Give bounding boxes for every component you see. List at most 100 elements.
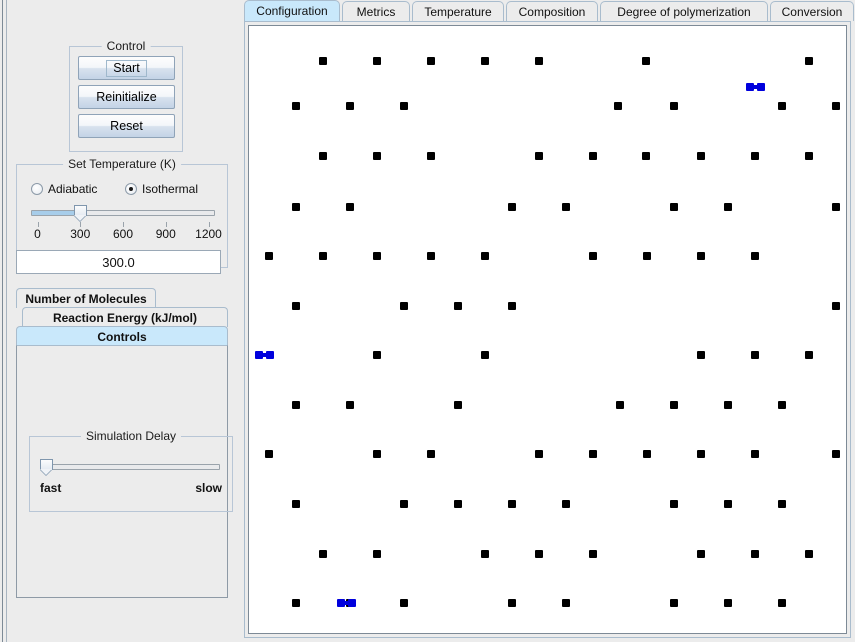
simulation-delay-title: Simulation Delay [80,429,182,443]
simulation-delay-labels: fast slow [40,481,222,495]
tab-controls-label: Controls [97,329,147,344]
main-tab-strip: Configuration Metrics Temperature Compositi… [244,0,855,21]
tab-configuration[interactable]: Configuration [244,0,340,21]
reset-button-label: Reset [110,119,143,133]
monomer-particle [400,302,408,310]
tab-composition-label: Composition [518,4,586,19]
monomer-particle [454,500,462,508]
monomer-particle [697,550,705,558]
monomer-particle [832,102,840,110]
monomer-particle [400,500,408,508]
dimer-lobe-right [757,83,765,91]
monomer-particle [805,57,813,65]
tab-composition[interactable]: Composition [506,1,598,21]
monomer-particle [427,252,435,260]
radio-isothermal-mark [125,183,137,195]
monomer-particle [346,102,354,110]
dimer-molecule [746,83,765,91]
monomer-particle [805,550,813,558]
tab-degree-of-polymerization[interactable]: Degree of polymerization [600,1,768,21]
monomer-particle [642,152,650,160]
temperature-slider-thumb[interactable] [73,205,87,216]
monomer-particle [697,450,705,458]
monomer-particle [778,599,786,607]
dimer-lobe-right [266,351,274,359]
temperature-tick-label-300: 300 [70,227,91,241]
monomer-particle [265,450,273,458]
radio-adiabatic[interactable]: Adiabatic [31,182,97,196]
monomer-particle [319,550,327,558]
monomer-particle [724,599,732,607]
monomer-particle [292,203,300,211]
tab-conversion[interactable]: Conversion [770,1,854,21]
monomer-particle [562,500,570,508]
monomer-particle [562,203,570,211]
monomer-particle [346,401,354,409]
control-group-title: Control [101,39,151,53]
monomer-particle [481,550,489,558]
monomer-particle [751,550,759,558]
temperature-tick-labels: 0 300 600 900 1200 [23,227,223,243]
monomer-particle [670,599,678,607]
monomer-particle [346,203,354,211]
monomer-particle [373,351,381,359]
split-pane-divider[interactable] [0,0,7,642]
monomer-particle [481,252,489,260]
temperature-tick-label-600: 600 [112,227,134,241]
left-control-column: Control Start Reinitialize Reset Set Tem… [8,0,233,642]
monomer-particle [643,252,651,260]
monomer-particle [832,302,840,310]
radio-isothermal[interactable]: Isothermal [125,182,198,196]
monomer-particle [427,152,435,160]
tab-temperature-label: Temperature [424,4,492,19]
monomer-particle [778,401,786,409]
monomer-particle [697,252,705,260]
monomer-particle [292,500,300,508]
monomer-particle [292,599,300,607]
monomer-particle [724,203,732,211]
temperature-tick-label-900: 900 [155,227,176,241]
reinitialize-button[interactable]: Reinitialize [78,85,175,109]
monomer-particle [427,57,435,65]
controls-tab-body: Simulation Delay fast slow [16,345,233,598]
tab-metrics-label: Metrics [356,4,396,19]
dimer-molecule [255,351,274,359]
monomer-particle [319,252,327,260]
tab-metrics[interactable]: Metrics [342,1,410,21]
monomer-particle [805,152,813,160]
tab-number-of-molecules[interactable]: Number of Molecules [16,288,156,308]
monomer-particle [778,500,786,508]
monomer-particle [589,450,597,458]
tab-reaction-energy[interactable]: Reaction Energy (kJ/mol) [22,307,228,327]
tab-controls[interactable]: Controls [16,326,228,346]
monomer-particle [292,401,300,409]
monomer-particle [481,351,489,359]
monomer-particle [832,203,840,211]
monomer-particle [589,152,597,160]
temperature-slider[interactable] [31,205,215,221]
simulation-canvas[interactable] [248,25,847,634]
temperature-value-field[interactable]: 300.0 [16,250,221,274]
monomer-particle [454,401,462,409]
simulation-delay-slider-thumb[interactable] [40,459,53,470]
delay-fast-label: fast [40,481,62,495]
monomer-particle [614,102,622,110]
monomer-particle [319,152,327,160]
start-button[interactable]: Start [78,56,175,80]
monomer-particle [373,57,381,65]
control-group-panel: Control Start Reinitialize Reset [69,39,183,152]
monomer-particle [778,102,786,110]
monomer-particle [670,401,678,409]
tab-degree-of-polymerization-label: Degree of polymerization [617,4,751,19]
simulation-delay-slider[interactable] [40,459,220,475]
monomer-particle [454,302,462,310]
monomer-particle [508,500,516,508]
monomer-particle [697,152,705,160]
monomer-particle [373,550,381,558]
monomer-particle [751,252,759,260]
monomer-particle [805,351,813,359]
monomer-particle [319,57,327,65]
tab-temperature[interactable]: Temperature [412,1,504,21]
reset-button[interactable]: Reset [78,114,175,138]
monomer-particle [751,450,759,458]
